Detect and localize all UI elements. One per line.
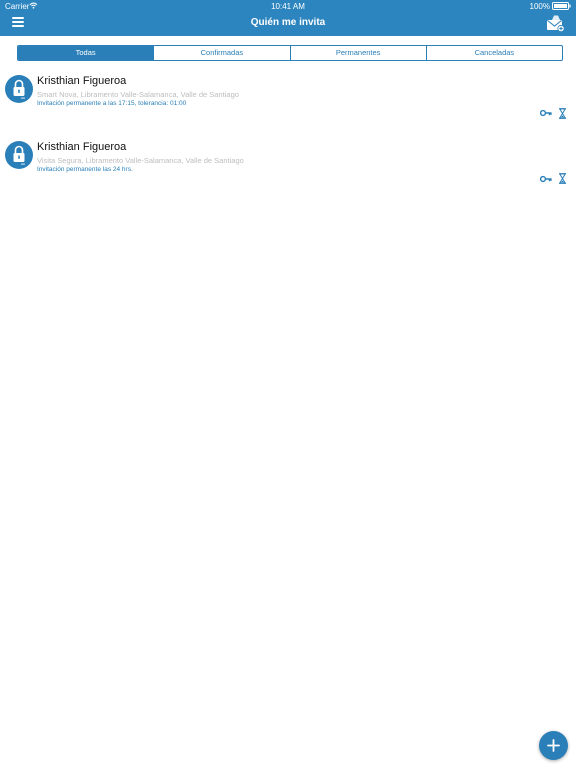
list-item[interactable]: Kristhian Figueroa Visita Segura, Libram… <box>0 141 576 201</box>
padlock-icon <box>5 75 33 103</box>
tab-confirmadas[interactable]: Confirmadas <box>154 46 291 60</box>
hourglass-icon[interactable] <box>558 108 567 119</box>
invite-schedule: Invitación permanente a las 17:15, toler… <box>37 100 187 107</box>
tab-permanentes[interactable]: Permanentes <box>291 46 427 60</box>
add-invitation-button[interactable] <box>539 731 568 760</box>
navigation-bar: Carrier 10:41 AM 100% Quién me invita <box>0 0 576 36</box>
battery-icon <box>552 2 571 10</box>
invite-name: Kristhian Figueroa <box>37 141 127 153</box>
page-title: Quién me invita <box>250 17 326 28</box>
invite-name: Kristhian Figueroa <box>37 75 127 87</box>
hourglass-icon[interactable] <box>558 173 567 184</box>
key-icon[interactable] <box>540 175 552 183</box>
filter-tabs: Todas Confirmadas Permanentes Canceladas <box>17 45 563 61</box>
padlock-icon <box>5 141 33 169</box>
invite-address: Visita Segura, Libramento Valle-Salamanc… <box>37 156 244 165</box>
invite-address: Smart Nova, Libramento Valle-Salamanca, … <box>37 90 239 99</box>
status-battery: 100% <box>529 2 550 11</box>
tab-todas[interactable]: Todas <box>18 46 155 60</box>
invite-schedule: Invitación permanente las 24 hrs. <box>37 166 133 173</box>
tab-canceladas[interactable]: Canceladas <box>427 46 562 60</box>
key-icon[interactable] <box>540 109 552 117</box>
status-time: 10:41 AM <box>271 2 305 11</box>
envelope-add-icon[interactable] <box>546 14 564 32</box>
plus-icon <box>547 739 560 752</box>
list-item[interactable]: Kristhian Figueroa Smart Nova, Librament… <box>0 75 576 135</box>
